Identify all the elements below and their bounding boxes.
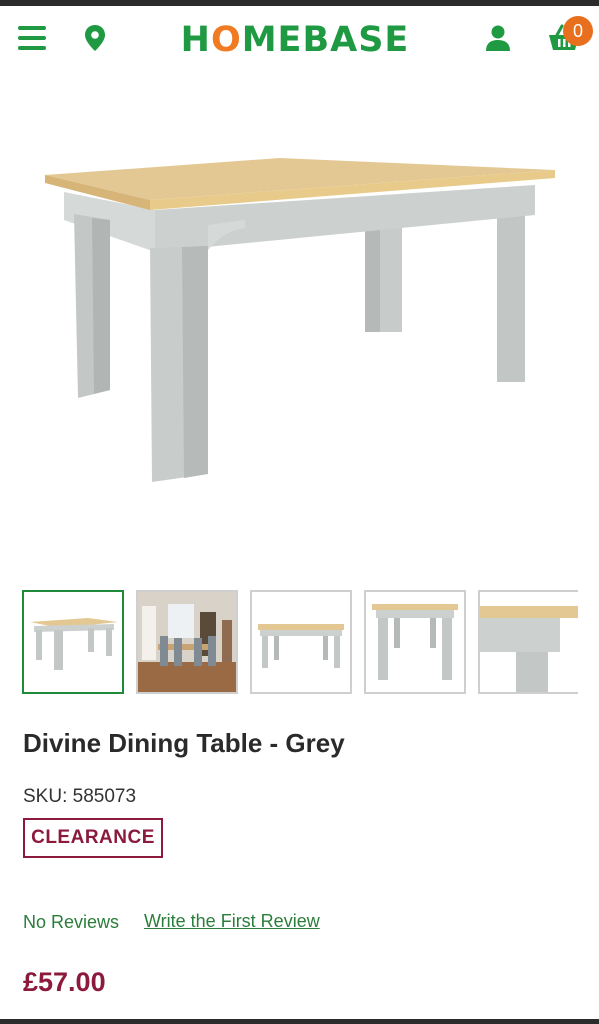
account-button[interactable] xyxy=(478,18,518,58)
table-side-thumbnail xyxy=(258,624,344,668)
product-main-image[interactable] xyxy=(30,120,570,500)
dining-table-illustration xyxy=(45,158,555,482)
product-price: £57.00 xyxy=(23,967,106,997)
table-end-thumbnail xyxy=(372,604,458,680)
store-locator-button[interactable] xyxy=(75,18,115,58)
product-title: Divine Dining Table - Grey xyxy=(23,728,345,758)
product-sku: SKU: 585073 xyxy=(23,786,137,807)
thumbnail-5[interactable] xyxy=(478,590,578,694)
table-detail-thumbnail xyxy=(480,606,578,692)
logo-text-suffix: MEBASE xyxy=(241,20,410,60)
reviews-count: No Reviews xyxy=(23,912,120,932)
bottom-strip xyxy=(0,1019,599,1024)
room-scene-thumbnail xyxy=(138,592,236,692)
table-front-thumbnail xyxy=(30,618,118,670)
thumbnail-1[interactable] xyxy=(22,590,124,694)
thumbnail-3[interactable] xyxy=(250,590,352,694)
hamburger-menu-icon xyxy=(18,26,46,50)
product-thumbnails xyxy=(22,590,578,695)
user-icon xyxy=(486,25,510,51)
homebase-logo[interactable]: H O MEBASE xyxy=(160,18,430,62)
thumbnail-2[interactable] xyxy=(136,590,238,694)
site-header: H O MEBASE 0 xyxy=(0,6,599,72)
thumbnail-4[interactable] xyxy=(364,590,466,694)
menu-button[interactable] xyxy=(12,18,52,58)
clearance-badge: CLEARANCE xyxy=(23,818,163,858)
basket-count-badge: 0 xyxy=(563,16,593,46)
location-pin-icon xyxy=(85,25,105,51)
logo-text-prefix: H xyxy=(180,20,211,60)
write-review-link[interactable]: Write the First Review xyxy=(144,911,320,932)
logo-text-o: O xyxy=(210,20,242,60)
